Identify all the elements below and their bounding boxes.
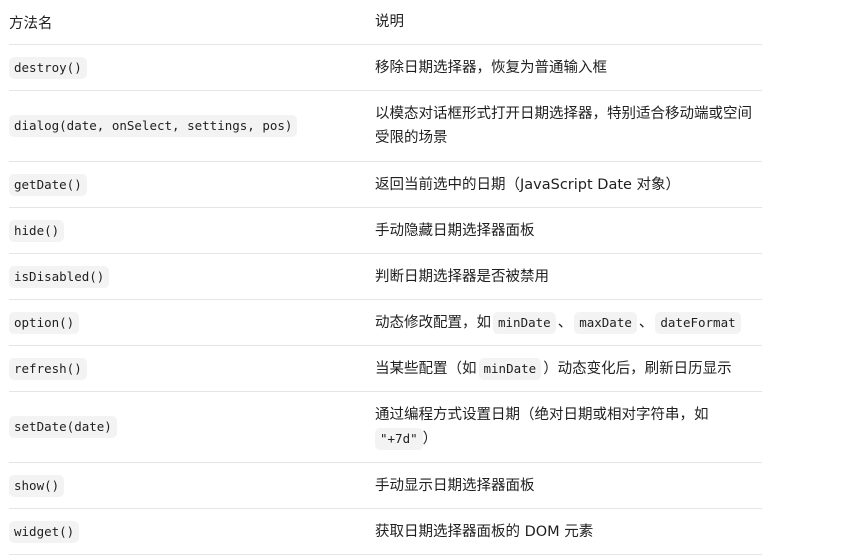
table-row: destroy() 移除日期选择器，恢复为普通输入框 <box>9 45 762 91</box>
description-cell: 手动隐藏日期选择器面板 <box>375 222 535 239</box>
method-name: widget() <box>9 520 80 543</box>
table-header: 方法名 说明 <box>9 0 762 45</box>
method-name: getDate() <box>9 173 87 196</box>
method-cell: option() <box>9 300 375 345</box>
inline-code: minDate <box>493 311 556 334</box>
description-cell: 通过编程方式设置日期（绝对日期或相对字符串，如 "+7d"） <box>375 392 762 462</box>
table-row: widget() 获取日期选择器面板的 DOM 元素 <box>9 509 762 555</box>
table-row: show() 手动显示日期选择器面板 <box>9 463 762 509</box>
method-cell: setDate(date) <box>9 392 375 462</box>
description-text: 通过编程方式设置日期（绝对日期或相对字符串，如 <box>375 407 709 423</box>
method-cell: hide() <box>9 208 375 253</box>
method-name: option() <box>9 311 80 334</box>
column-header-method: 方法名 <box>9 15 53 32</box>
table-row: refresh() 当某些配置（如 minDate ）动态变化后，刷新日历显示 <box>9 346 762 392</box>
column-header-description: 说明 <box>375 14 404 30</box>
method-name: refresh() <box>9 357 87 380</box>
method-cell: dialog(date, onSelect, settings, pos) <box>9 91 375 161</box>
description-wrap: 通过编程方式设置日期（绝对日期或相对字符串，如 "+7d"） <box>375 403 756 451</box>
table-row: hide() 手动隐藏日期选择器面板 <box>9 208 762 254</box>
inline-code: "+7d" <box>375 428 423 450</box>
table-row: isDisabled() 判断日期选择器是否被禁用 <box>9 254 762 300</box>
method-cell: isDisabled() <box>9 254 375 299</box>
description-cell: 当某些配置（如 minDate ）动态变化后，刷新日历显示 <box>375 346 762 391</box>
description-text: 当某些配置（如 <box>375 360 477 377</box>
inline-code: maxDate <box>574 311 637 334</box>
description-cell: 移除日期选择器，恢复为普通输入框 <box>375 59 607 76</box>
method-name: hide() <box>9 219 65 242</box>
method-name: setDate(date) <box>9 416 117 438</box>
description-cell: 返回当前选中的日期（JavaScript Date 对象） <box>375 176 681 193</box>
description-text: ）动态变化后，刷新日历显示 <box>543 360 732 377</box>
description-cell: 手动显示日期选择器面板 <box>375 477 535 494</box>
method-cell: destroy() <box>9 45 375 90</box>
method-name: destroy() <box>9 56 87 79</box>
method-cell: refresh() <box>9 346 375 391</box>
method-cell: show() <box>9 463 375 508</box>
method-cell: widget() <box>9 509 375 554</box>
inline-code: minDate <box>478 357 542 380</box>
description-cell: 判断日期选择器是否被禁用 <box>375 268 549 285</box>
method-name: show() <box>9 474 65 497</box>
methods-table: 方法名 说明 destroy() 移除日期选择器，恢复为普通输入框 dialog… <box>9 0 762 555</box>
description-text: ） <box>422 431 438 447</box>
separator: 、 <box>557 314 573 331</box>
method-cell: getDate() <box>9 162 375 207</box>
table-row: getDate() 返回当前选中的日期（JavaScript Date 对象） <box>9 162 762 208</box>
separator: 、 <box>638 314 654 331</box>
table-row: dialog(date, onSelect, settings, pos) 以模… <box>9 91 762 162</box>
table-row: option() 动态修改配置，如 minDate 、 maxDate 、 da… <box>9 300 762 346</box>
method-name: dialog(date, onSelect, settings, pos) <box>9 115 298 137</box>
description-cell: 以模态对话框形式打开日期选择器，特别适合移动端或空间受限的场景 <box>375 106 752 146</box>
table-row: setDate(date) 通过编程方式设置日期（绝对日期或相对字符串，如 "+… <box>9 392 762 463</box>
description-cell: 动态修改配置，如 minDate 、 maxDate 、 dateFormat <box>375 300 762 345</box>
description-text: 动态修改配置，如 <box>375 314 491 331</box>
inline-code: dateFormat <box>655 311 741 334</box>
description-cell: 获取日期选择器面板的 DOM 元素 <box>375 523 594 540</box>
method-name: isDisabled() <box>9 265 110 288</box>
